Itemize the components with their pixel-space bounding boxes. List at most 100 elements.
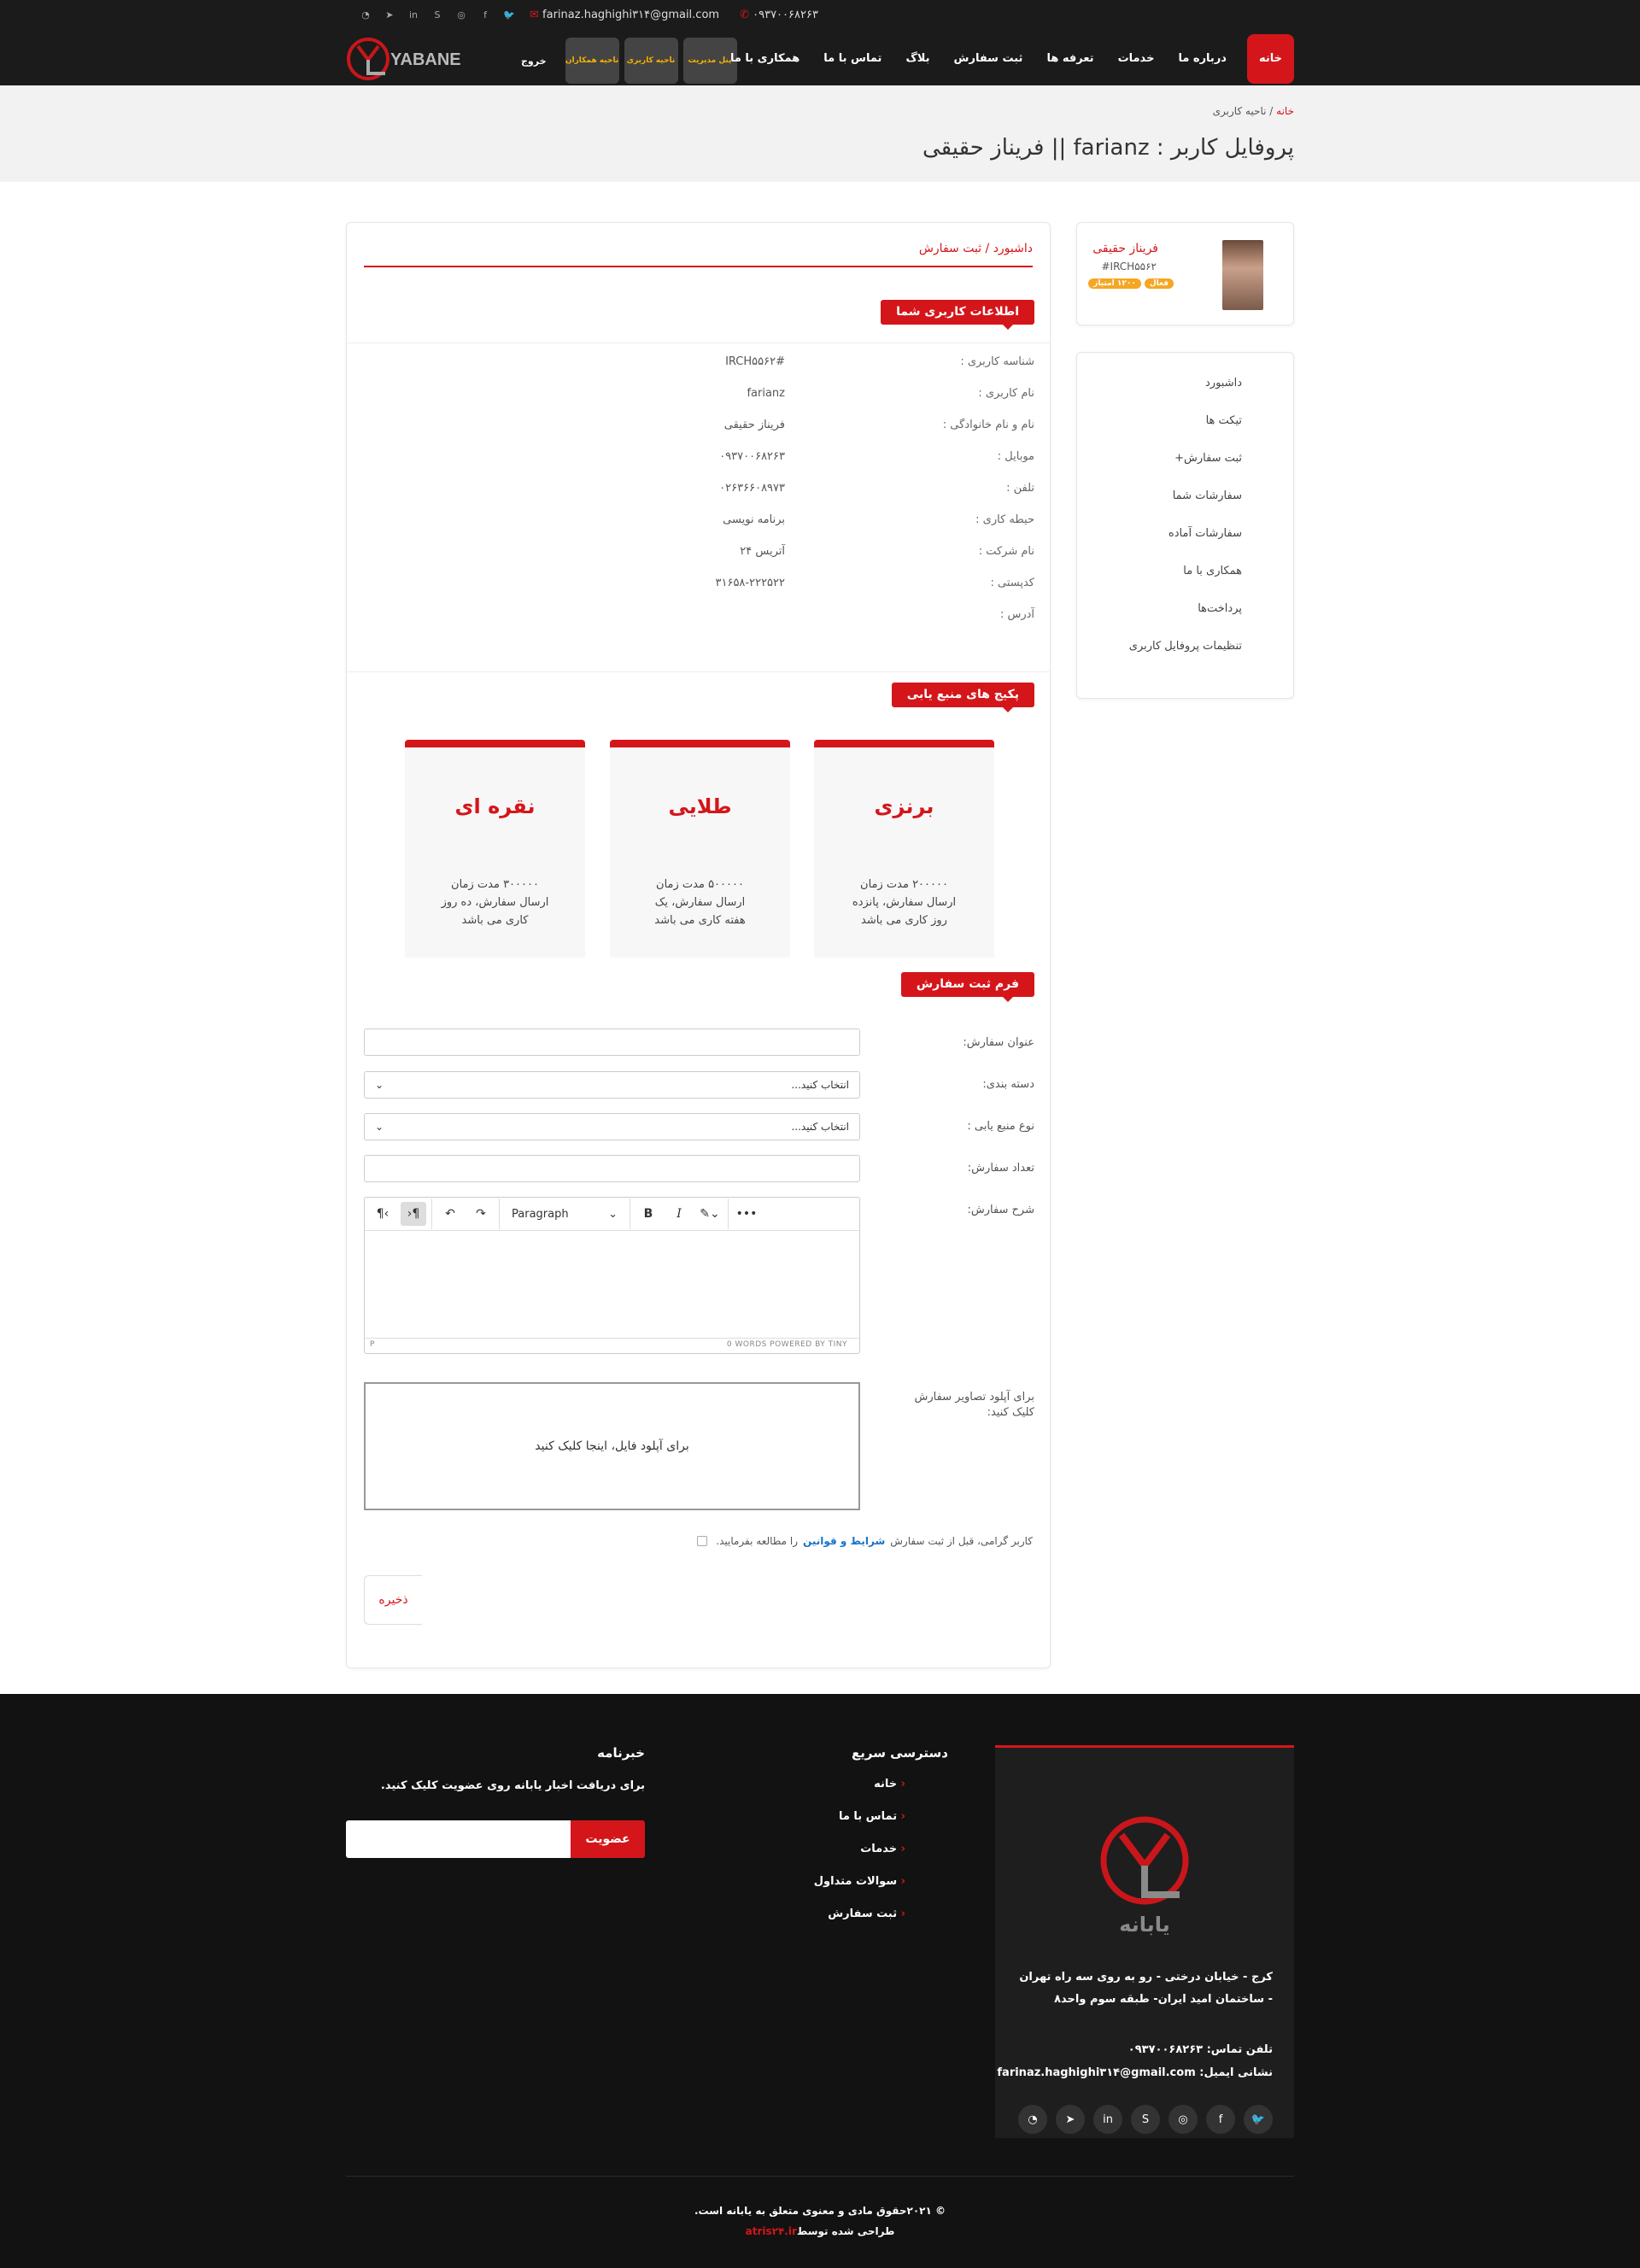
more-icon[interactable]: ••• (734, 1202, 759, 1226)
skype-icon[interactable]: S (430, 9, 444, 22)
breadcrumb-current: ناحیه کاربری (1212, 105, 1267, 117)
order-count-input[interactable] (364, 1155, 860, 1182)
site-header: ◔ ➤ in S ◎ f 🐦 ✉ farinaz.haghighi۳۱۴@gma… (0, 0, 1640, 85)
linkedin-icon[interactable]: in (407, 9, 420, 22)
sidebar-item-tickets[interactable]: تیکت ها (1077, 414, 1293, 452)
info-row: حیطه کاری : برنامه نویسی (347, 513, 1050, 532)
sidebar-item-new-order[interactable]: ثبت سفارش+ (1077, 452, 1293, 489)
sidebar-item-cooperation[interactable]: همکاری با ما (1077, 565, 1293, 602)
footer-link-order[interactable]: ثبت سفارش (718, 1908, 905, 1940)
packages-list: برنزی ۲۰۰۰۰۰ مدت زمان ارسال سفارش، پانزد… (347, 740, 1050, 958)
undo-icon[interactable]: ↶ (437, 1202, 463, 1226)
bold-icon[interactable]: B (636, 1202, 661, 1226)
footer-link-services[interactable]: خدمات (718, 1843, 905, 1875)
source-type-select[interactable]: انتخاب کنید... ⌄ (364, 1113, 860, 1140)
info-key: نام شرکت : (978, 545, 1034, 558)
partner-area-button[interactable]: ناحیه همکاران (565, 38, 619, 84)
rtl-icon[interactable]: ›¶ (401, 1202, 426, 1226)
terms-checkbox[interactable] (697, 1536, 708, 1546)
sidebar-item-profile-settings[interactable]: تنظیمات پروفایل کاربری (1077, 640, 1293, 677)
twitter-icon[interactable]: 🐦 (1244, 2105, 1273, 2134)
facebook-icon[interactable]: f (1206, 2105, 1235, 2134)
mail-icon: ✉ (530, 9, 539, 21)
profile-name[interactable]: فریناز حقیقی (1092, 242, 1158, 255)
info-row: نام و نام خانوادگی : فریناز حقیقی (347, 419, 1050, 437)
info-key: آدرس : (999, 608, 1034, 621)
nav-home[interactable]: خانه (1246, 34, 1294, 84)
info-row: نام شرکت : آتریس ۲۴ (347, 545, 1050, 564)
nav-pricing[interactable]: تعرفه ها (1034, 34, 1105, 84)
footer-link-contact[interactable]: تماس با ما (718, 1810, 905, 1843)
format-select[interactable]: Paragraph ⌄ (505, 1202, 624, 1226)
footer-link-home[interactable]: خانه (718, 1778, 905, 1810)
site-footer: یابانه کرج - خیابان درختی - رو به روی سه… (0, 1694, 1640, 2268)
footer-address: کرج - خیابان درختی - رو به روی سه راه ته… (1019, 1971, 1273, 2006)
save-button[interactable]: ذخیره (364, 1575, 422, 1625)
rich-text-editor[interactable]: ¶‹ ›¶ ↶ ↷ Paragraph ⌄ B I ✎⌄ ••• P 0 WORD… (364, 1197, 860, 1354)
user-area-button[interactable]: ناحیه کاربری (624, 38, 678, 84)
nav-order[interactable]: ثبت سفارش (942, 34, 1035, 84)
file-dropzone[interactable]: برای آپلود فایل، اینجا کلیک کنید (364, 1382, 860, 1510)
package-card-bronze[interactable]: برنزی ۲۰۰۰۰۰ مدت زمان ارسال سفارش، پانزد… (814, 740, 994, 958)
copyright: © ۲۰۲۱حقوق مادی و معنوی متعلق به یابانه … (694, 2205, 946, 2217)
user-info-heading: اطلاعات کاربری شما (881, 300, 1034, 330)
skype-icon[interactable]: S (1131, 2105, 1160, 2134)
site-logo[interactable]: YABANE (346, 34, 474, 82)
sidebar-menu: داشبورد تیکت ها ثبت سفارش+ سفارشات شما س… (1076, 352, 1294, 699)
breadcrumb-separator: / (1266, 105, 1277, 117)
nav-contact[interactable]: تماس با ما (811, 34, 893, 84)
points-badge: ۱۲۰۰ امتیاز (1088, 278, 1141, 289)
packages-heading: پکیج های منبع یابی (891, 683, 1034, 712)
sidebar-item-ready-orders[interactable]: سفارشات آماده (1077, 527, 1293, 565)
editor-statusbar: P 0 WORDS POWERED BY TINY (365, 1338, 859, 1353)
footer-quick-links: دسترسی سریع خانه تماس با ما خدمات سوالات… (718, 1745, 948, 1940)
divider (347, 671, 1050, 672)
top-social-icons: ◔ ➤ in S ◎ f 🐦 (359, 9, 516, 22)
nav-cooperation[interactable]: همکاری با ما (718, 34, 811, 84)
package-card-gold[interactable]: طلایی ۵۰۰۰۰۰ مدت زمان ارسال سفارش، یک هف… (610, 740, 790, 958)
telegram-icon[interactable]: ➤ (1056, 2105, 1085, 2134)
nav-blog[interactable]: بلاگ (893, 34, 941, 84)
editor-toolbar: ¶‹ ›¶ ↶ ↷ Paragraph ⌄ B I ✎⌄ ••• (365, 1198, 859, 1231)
telegram-icon[interactable]: ➤ (383, 9, 396, 22)
info-key: شناسه کاربری : (960, 355, 1034, 368)
redo-icon[interactable]: ↷ (468, 1202, 494, 1226)
instagram-icon[interactable]: ◎ (1168, 2105, 1198, 2134)
order-description-label: شرح سفارش: (967, 1204, 1034, 1216)
top-phone[interactable]: ✆ ۰۹۳۷۰۰۶۸۲۶۳ (740, 9, 818, 21)
toolbar-separator (728, 1198, 729, 1229)
info-key: تلفن : (1006, 482, 1034, 495)
sidebar-item-dashboard[interactable]: داشبورد (1077, 377, 1293, 414)
instagram-icon[interactable]: ◎ (454, 9, 468, 22)
whatsapp-icon[interactable]: ◔ (1018, 2105, 1047, 2134)
order-form-heading: فرم ثبت سفارش (900, 972, 1034, 1002)
nav-services[interactable]: خدمات (1106, 34, 1167, 84)
main-nav: خانه درباره ما خدمات تعرفه ها ثبت سفارش … (718, 34, 1294, 84)
footer-logo[interactable]: یابانه (1098, 1816, 1192, 1944)
info-value: ۰۲۶۳۶۶۰۸۹۷۳ (719, 482, 785, 495)
whatsapp-icon[interactable]: ◔ (359, 9, 372, 22)
linkedin-icon[interactable]: in (1093, 2105, 1122, 2134)
sidebar-item-payments[interactable]: پرداخت‌ها (1077, 602, 1293, 640)
category-select[interactable]: انتخاب کنید... ⌄ (364, 1071, 860, 1099)
top-email[interactable]: ✉ farinaz.haghighi۳۱۴@gmail.com (530, 9, 719, 21)
terms-link[interactable]: شرایط و قوانین (803, 1535, 885, 1547)
twitter-icon[interactable]: 🐦 (502, 9, 516, 22)
footer-link-faq[interactable]: سوالات متداول (718, 1875, 905, 1908)
newsletter-email-input[interactable] (346, 1820, 571, 1858)
nav-about[interactable]: درباره ما (1166, 34, 1239, 84)
order-title-input[interactable] (364, 1029, 860, 1056)
facebook-icon[interactable]: f (478, 9, 492, 22)
designed-by-text: طراحی شده توسط (796, 2225, 895, 2237)
italic-icon[interactable]: I (666, 1202, 692, 1226)
designer-link[interactable]: atris۲۴.ir (746, 2225, 797, 2237)
sidebar-item-your-orders[interactable]: سفارشات شما (1077, 489, 1293, 527)
subscribe-button[interactable]: عضویت (571, 1820, 645, 1858)
top-bar: ◔ ➤ in S ◎ f 🐦 ✉ farinaz.haghighi۳۱۴@gma… (346, 7, 1294, 26)
breadcrumb-home[interactable]: خانه (1276, 105, 1294, 117)
package-card-silver[interactable]: نقره ای ۳۰۰۰۰۰ مدت زمان ارسال سفارش، ده … (405, 740, 585, 958)
logout-link[interactable]: خروج (512, 56, 560, 67)
highlight-icon[interactable]: ✎⌄ (697, 1202, 723, 1226)
ltr-icon[interactable]: ¶‹ (370, 1202, 395, 1226)
avatar[interactable] (1222, 240, 1263, 310)
